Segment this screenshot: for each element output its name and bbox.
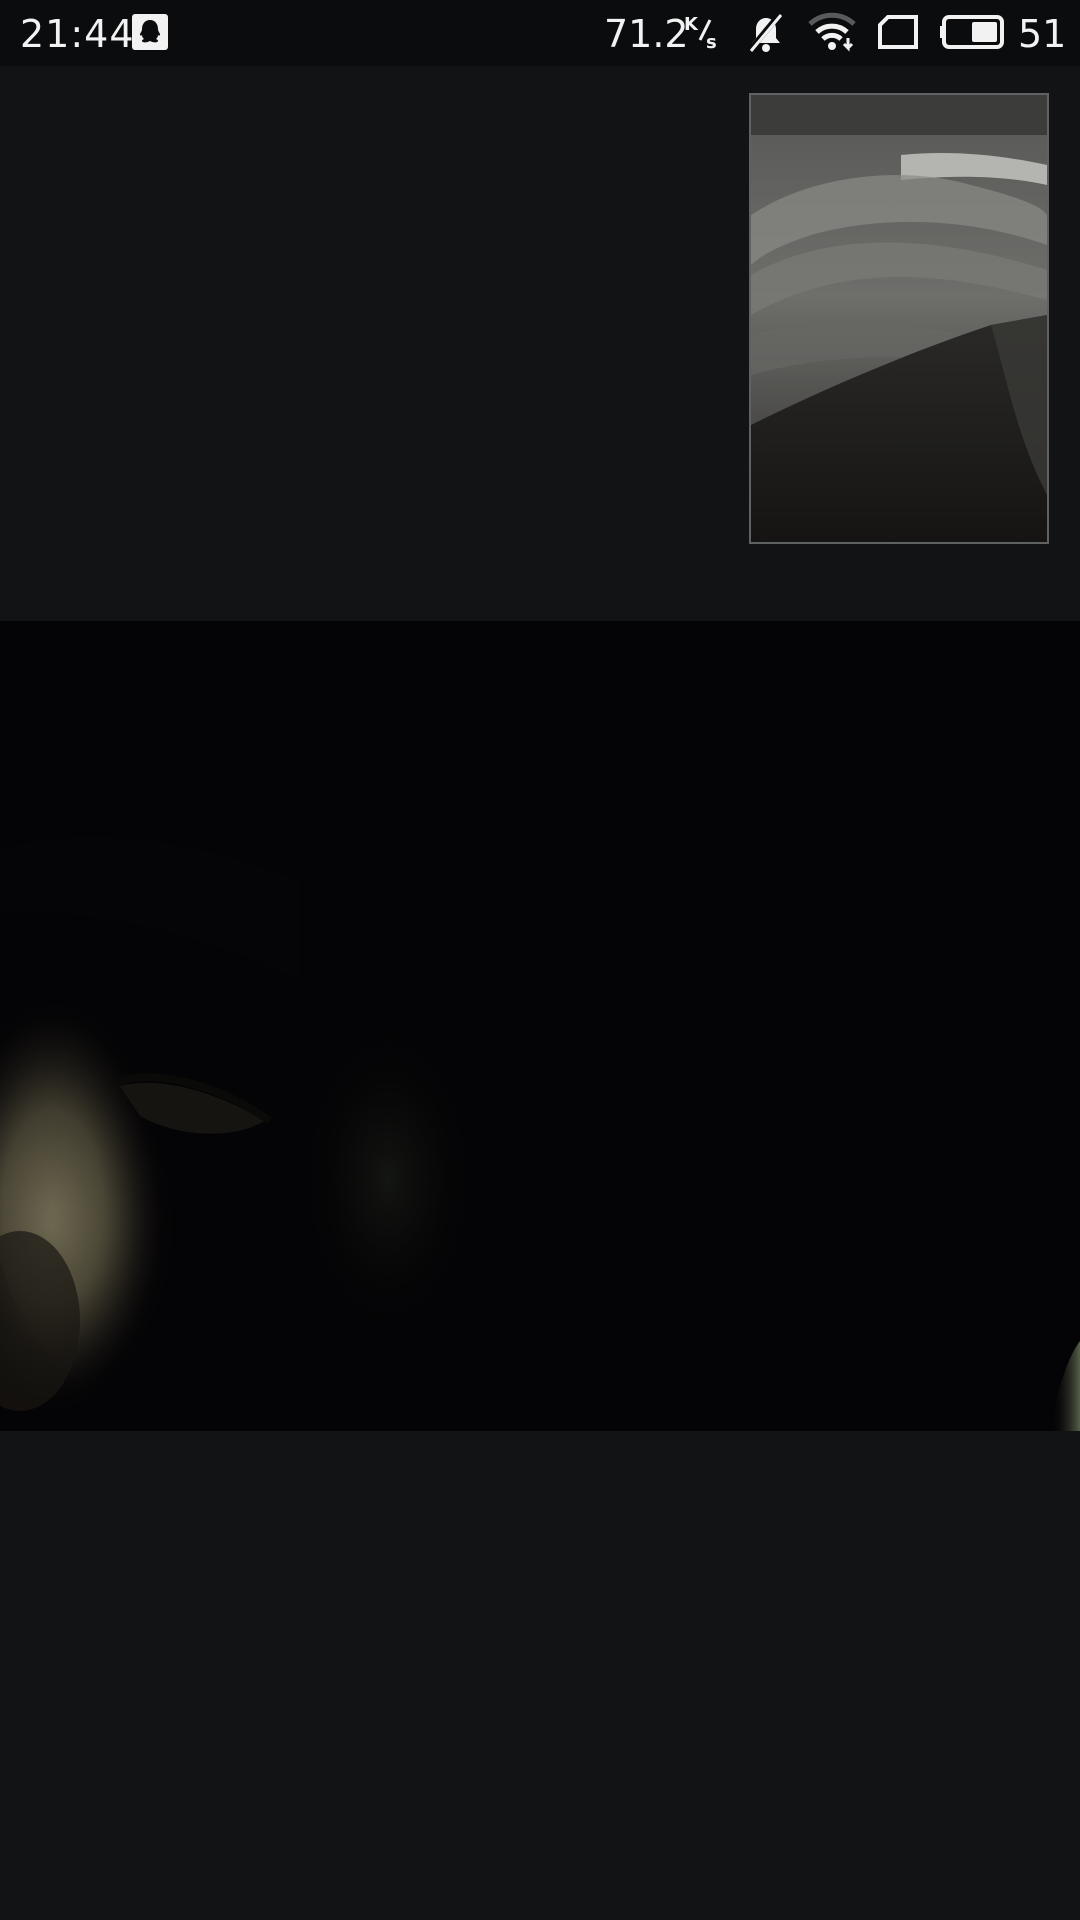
wifi-icon [808,12,856,52]
remote-video-image [0,621,1080,1431]
svg-text:s: s [706,32,717,52]
local-preview-image [751,95,1047,542]
network-speed-unit: K s [684,14,717,52]
video-call-area[interactable] [0,66,1080,1920]
video-call-screen: 21:44 71.2 K s 51 [0,0,1080,1920]
local-preview[interactable] [749,93,1049,544]
status-bar: 21:44 71.2 K s 51 [0,0,1080,66]
status-time: 21:44 [20,12,135,56]
svg-text:K: K [684,14,699,35]
qq-icon [132,14,168,50]
network-speed: 71.2 [604,12,689,56]
battery-icon [940,15,1004,49]
sim-icon [878,15,918,49]
mute-icon [747,12,783,52]
remote-video[interactable] [0,621,1080,1431]
battery-level: 51 [1018,12,1067,56]
